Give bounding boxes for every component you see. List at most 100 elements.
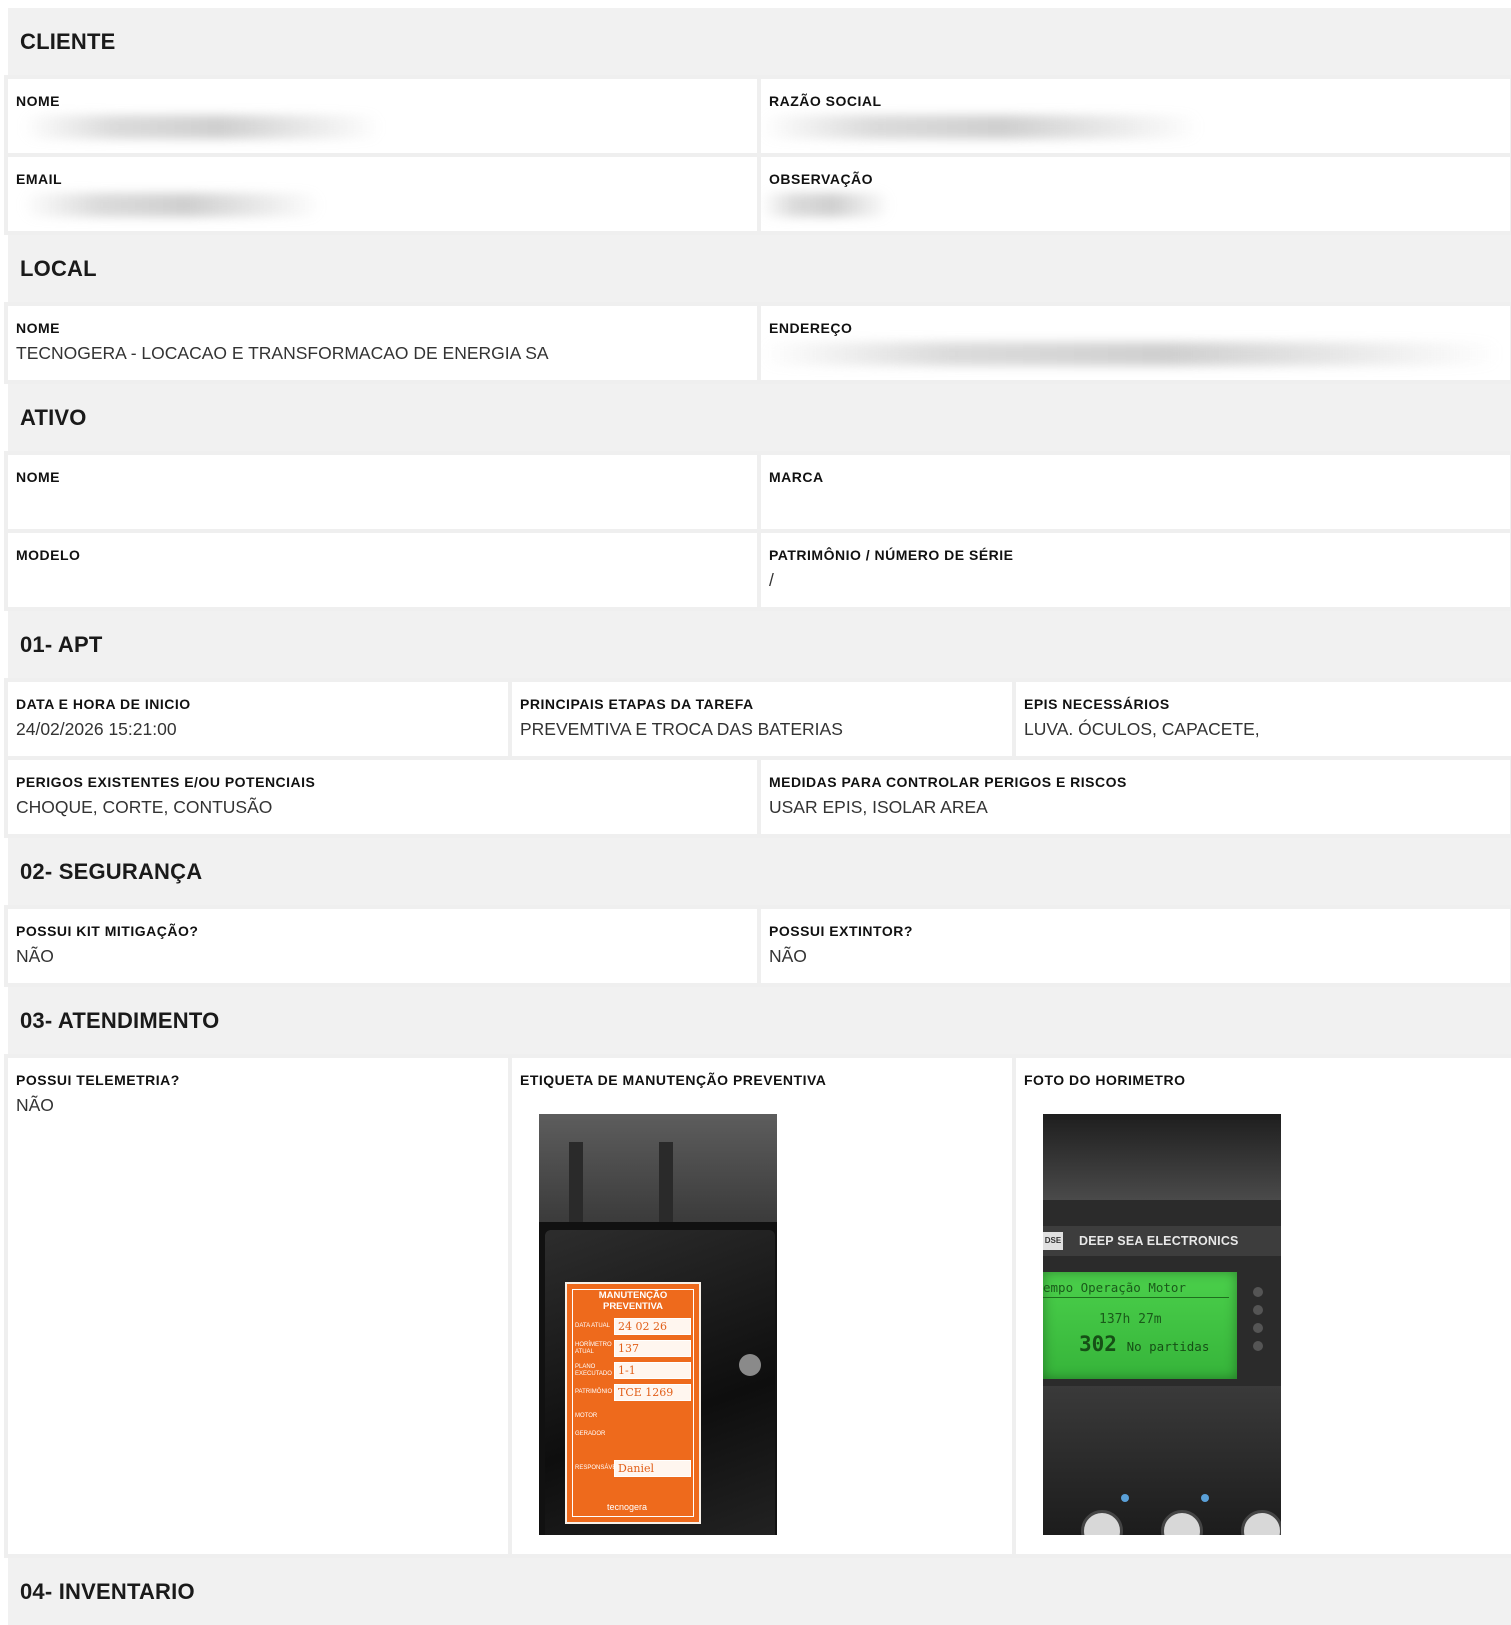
field-label: ENDEREÇO bbox=[769, 320, 853, 336]
section-cliente: CLIENTE bbox=[8, 8, 1511, 75]
section-seguranca: 02- SEGURANÇA bbox=[8, 838, 1511, 905]
field-label: NOME bbox=[16, 320, 60, 336]
tag-title-line: PREVENTIVA bbox=[602, 1301, 663, 1312]
section-title: 04- INVENTARIO bbox=[20, 1578, 195, 1604]
tag-field: PATRIMÔNIO TCE 1269 bbox=[575, 1384, 691, 1401]
section-title: 03- ATENDIMENTO bbox=[20, 1007, 220, 1033]
tag-field-value: 137 bbox=[614, 1340, 691, 1357]
section-atendimento: 03- ATENDIMENTO bbox=[8, 987, 1511, 1054]
field-foto-horimetro: FOTO DO HORIMETRO DSE DEEP SEA ELECTRONI… bbox=[1012, 1054, 1511, 1558]
field-label: RAZÃO SOCIAL bbox=[769, 93, 882, 109]
brand-text: DEEP SEA ELECTRONICS bbox=[1079, 1234, 1239, 1248]
lcd-line: 302 No partidas bbox=[1079, 1332, 1209, 1356]
field-local-endereco: ENDEREÇO bbox=[757, 302, 1511, 384]
tag-field-value: TCE 1269 bbox=[614, 1384, 691, 1401]
section-title: 01- APT bbox=[20, 631, 103, 657]
maintenance-tag-photo[interactable]: MANUTENÇÃO PREVENTIVA DATA ATUAL 24 02 2… bbox=[539, 1114, 777, 1535]
tag-field-key: PATRIMÔNIO bbox=[575, 1389, 613, 1395]
tecnogera-logo: tecnogera bbox=[607, 1502, 648, 1512]
field-label: FOTO DO HORIMETRO bbox=[1024, 1072, 1186, 1088]
field-label: OBSERVAÇÃO bbox=[769, 171, 874, 187]
field-apt-medidas: MEDIDAS PARA CONTROLAR PERIGOS E RISCOS … bbox=[757, 756, 1511, 838]
tag-field: DATA ATUAL 24 02 26 bbox=[575, 1318, 691, 1335]
photo-panel-bottom bbox=[1043, 1386, 1281, 1535]
tag-field: HORÍMETRO ATUAL 137 bbox=[575, 1340, 691, 1357]
row-apt-2: PERIGOS EXISTENTES E/OU POTENCIAIS CHOQU… bbox=[4, 756, 1511, 838]
row-cliente-2: EMAIL OBSERVAÇÃO bbox=[4, 153, 1511, 235]
field-cliente-nome: NOME bbox=[4, 75, 761, 157]
tag-title-line: MANUTENÇÃO bbox=[598, 1290, 668, 1301]
row-apt-1: DATA E HORA DE INICIO 24/02/2026 15:21:0… bbox=[4, 678, 1511, 760]
row-ativo-2: MODELO PATRIMÔNIO / NÚMERO DE SÉRIE / bbox=[4, 529, 1511, 611]
field-label: EPIS NECESSÁRIOS bbox=[1024, 696, 1170, 712]
field-value: CHOQUE, CORTE, CONTUSÃO bbox=[16, 797, 273, 817]
tag-title: MANUTENÇÃO PREVENTIVA bbox=[567, 1290, 699, 1312]
redacted-value bbox=[22, 115, 382, 139]
field-ativo-patrimonio: PATRIMÔNIO / NÚMERO DE SÉRIE / bbox=[757, 529, 1511, 611]
tag-field-key: GERADOR bbox=[575, 1431, 606, 1437]
tag-field-key: MOTOR bbox=[575, 1413, 598, 1419]
field-label: ETIQUETA DE MANUTENÇÃO PREVENTIVA bbox=[520, 1072, 827, 1088]
field-label: EMAIL bbox=[16, 171, 63, 187]
field-apt-perigos: PERIGOS EXISTENTES E/OU POTENCIAIS CHOQU… bbox=[4, 756, 761, 838]
tag-field-key: RESPONSÁVEL bbox=[575, 1465, 620, 1471]
field-apt-etapas: PRINCIPAIS ETAPAS DA TAREFA PREVEMTIVA E… bbox=[508, 678, 1016, 760]
field-value: NÃO bbox=[16, 1095, 54, 1115]
section-apt: 01- APT bbox=[8, 611, 1511, 678]
maintenance-tag: MANUTENÇÃO PREVENTIVA DATA ATUAL 24 02 2… bbox=[565, 1282, 701, 1524]
lcd-line: 137h 27m bbox=[1099, 1312, 1162, 1327]
tag-field: RESPONSÁVEL Daniel bbox=[575, 1460, 691, 1477]
tag-field-value: 1-1 bbox=[614, 1362, 691, 1379]
field-cliente-email: EMAIL bbox=[4, 153, 761, 235]
field-label: DATA E HORA DE INICIO bbox=[16, 696, 191, 712]
lcd-count: 302 bbox=[1079, 1332, 1117, 1356]
field-value: USAR EPIS, ISOLAR AREA bbox=[769, 797, 988, 817]
tag-field: PLANO EXECUTADO 1-1 bbox=[575, 1362, 691, 1379]
field-label: MODELO bbox=[16, 547, 81, 563]
field-value: NÃO bbox=[769, 946, 807, 966]
row-atendimento: POSSUI TELEMETRIA? NÃO ETIQUETA DE MANUT… bbox=[4, 1054, 1511, 1558]
section-title: LOCAL bbox=[20, 255, 97, 281]
dse-logo: DSE bbox=[1043, 1232, 1063, 1250]
photo-led bbox=[1121, 1494, 1129, 1502]
field-label: NOME bbox=[16, 469, 60, 485]
form-sheet: CLIENTE NOME RAZÃO SOCIAL EMAIL OBSERVAÇ… bbox=[4, 8, 1511, 1625]
field-label: PATRIMÔNIO / NÚMERO DE SÉRIE bbox=[769, 547, 1014, 563]
field-extintor: POSSUI EXTINTOR? NÃO bbox=[757, 905, 1511, 987]
tag-field: GERADOR bbox=[575, 1426, 691, 1443]
lcd-count-label: No partidas bbox=[1126, 1339, 1210, 1354]
lcd-display: empo Operação Motor 137h 27m 302 No part… bbox=[1043, 1272, 1237, 1379]
field-label: NOME bbox=[16, 93, 60, 109]
field-ativo-modelo: MODELO bbox=[4, 529, 761, 611]
section-title: CLIENTE bbox=[20, 28, 116, 54]
field-cliente-razao: RAZÃO SOCIAL bbox=[757, 75, 1511, 157]
tag-field-key: HORÍMETRO ATUAL bbox=[575, 1341, 612, 1355]
field-value: / bbox=[769, 570, 774, 590]
photo-panel-top bbox=[1043, 1114, 1281, 1200]
field-label: POSSUI KIT MITIGAÇÃO? bbox=[16, 923, 199, 939]
photo-bolt bbox=[739, 1354, 761, 1376]
lcd-line: empo Operação Motor bbox=[1043, 1280, 1229, 1298]
field-value: LUVA. ÓCULOS, CAPACETE, bbox=[1024, 719, 1260, 739]
row-local: NOME TECNOGERA - LOCACAO E TRANSFORMACAO… bbox=[4, 302, 1511, 384]
field-value: TECNOGERA - LOCACAO E TRANSFORMACAO DE E… bbox=[16, 343, 549, 363]
row-ativo-1: NOME MARCA bbox=[4, 451, 1511, 533]
row-seguranca: POSSUI KIT MITIGAÇÃO? NÃO POSSUI EXTINTO… bbox=[4, 905, 1511, 987]
field-apt-epis: EPIS NECESSÁRIOS LUVA. ÓCULOS, CAPACETE, bbox=[1012, 678, 1511, 760]
field-ativo-marca: MARCA bbox=[757, 451, 1511, 533]
field-value: NÃO bbox=[16, 946, 54, 966]
field-cliente-observacao: OBSERVAÇÃO bbox=[757, 153, 1511, 235]
field-value: 24/02/2026 15:21:00 bbox=[16, 719, 177, 739]
section-local: LOCAL bbox=[8, 235, 1511, 302]
photo-beam bbox=[569, 1142, 583, 1222]
field-kit-mitigacao: POSSUI KIT MITIGAÇÃO? NÃO bbox=[4, 905, 761, 987]
section-title: 02- SEGURANÇA bbox=[20, 858, 203, 884]
photo-beam bbox=[659, 1142, 673, 1222]
redacted-value bbox=[761, 342, 1501, 366]
field-label: PRINCIPAIS ETAPAS DA TAREFA bbox=[520, 696, 754, 712]
hour-meter-photo[interactable]: DSE DEEP SEA ELECTRONICS empo Operação M… bbox=[1043, 1114, 1281, 1535]
field-label: POSSUI EXTINTOR? bbox=[769, 923, 913, 939]
redacted-value bbox=[761, 193, 891, 217]
field-label: MARCA bbox=[769, 469, 824, 485]
tag-field-value: Daniel bbox=[614, 1460, 691, 1477]
